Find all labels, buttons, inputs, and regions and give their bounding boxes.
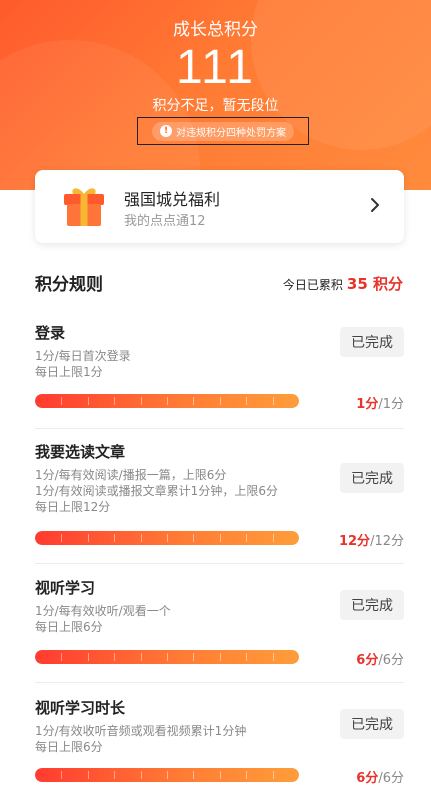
rule-name: 登录 xyxy=(35,324,66,342)
score-limit: /12分 xyxy=(370,534,404,549)
score-earned: 1分 xyxy=(356,397,379,412)
score-earned: 6分 xyxy=(356,653,379,668)
progress-segment xyxy=(272,397,274,405)
rule-desc-line: 1分/每日首次登录 xyxy=(35,349,131,363)
points-balance: 我的点点通12 xyxy=(124,214,206,229)
rule-item: 视听学习 1分/每有效收听/观看一个 每日上限6分 已完成 6分/6分 xyxy=(35,577,404,669)
today-points-value: 35 积分 xyxy=(346,275,403,293)
total-score-value: 111 xyxy=(176,41,255,94)
rule-score: 1分/1分 xyxy=(356,393,404,412)
progress-segment xyxy=(246,534,248,542)
violation-notice-pill[interactable]: ! 对违规积分四种处罚方案 xyxy=(152,121,294,141)
completed-button[interactable]: 已完成 xyxy=(340,709,404,739)
progress-segment xyxy=(114,534,116,542)
progress-segment xyxy=(246,771,248,779)
rule-desc-line: 每日上限12分 xyxy=(35,500,111,514)
progress-segment xyxy=(167,653,168,661)
progress-segment xyxy=(87,653,89,661)
progress-segment xyxy=(114,397,116,405)
today-points: 今日已累积 35 积分 xyxy=(283,273,403,294)
progress-segment xyxy=(193,771,195,779)
progress-segment xyxy=(219,653,221,661)
progress-segment xyxy=(87,534,89,542)
progress-bar xyxy=(35,394,299,408)
score-header: 成长总积分 111 积分不足，暂无段位 ! 对违规积分四种处罚方案 xyxy=(0,0,431,190)
score-limit: /1分 xyxy=(378,397,404,412)
chevron-right-icon xyxy=(371,198,379,212)
progress-segment xyxy=(193,534,195,542)
rule-desc-line: 1分/有效收听音频或观看视频累计1分钟 xyxy=(35,724,247,738)
progress-segment xyxy=(193,653,195,661)
progress-segment xyxy=(114,771,116,779)
rule-name: 视听学习时长 xyxy=(35,699,126,717)
progress-segment xyxy=(167,771,168,779)
rule-desc: 1分/每有效收听/观看一个 每日上限6分 xyxy=(35,603,171,635)
rule-item: 视听学习时长 1分/有效收听音频或观看视频累计1分钟 每日上限6分 已完成 6分… xyxy=(35,697,404,789)
rule-name: 我要选读文章 xyxy=(35,443,126,461)
rule-desc-line: 每日上限6分 xyxy=(35,740,103,754)
progress-segment xyxy=(193,397,195,405)
rule-score: 6分/6分 xyxy=(356,767,404,786)
today-points-label: 今日已累积 xyxy=(282,278,343,292)
rule-desc: 1分/每日首次登录 每日上限1分 xyxy=(35,348,131,380)
progress-segment xyxy=(272,653,274,661)
progress-segment xyxy=(61,534,63,542)
completed-button[interactable]: 已完成 xyxy=(340,327,404,357)
rule-name: 视听学习 xyxy=(35,579,96,597)
progress-segment xyxy=(61,771,63,779)
rule-desc: 1分/每有效阅读/播报一篇，上限6分 1分/有效阅读或播报文章累计1分钟，上限6… xyxy=(35,467,278,515)
rank-status: 积分不足，暂无段位 xyxy=(152,98,279,114)
rules-heading: 积分规则 xyxy=(35,275,103,295)
divider xyxy=(35,428,404,429)
progress-segment xyxy=(246,653,248,661)
progress-bar xyxy=(35,650,299,664)
progress-segment xyxy=(219,771,221,779)
progress-segment xyxy=(140,534,142,542)
progress-segment xyxy=(140,653,142,661)
progress-segment xyxy=(61,397,63,405)
rule-score: 6分/6分 xyxy=(356,649,404,668)
total-score-title: 成长总积分 xyxy=(173,20,258,40)
progress-segment xyxy=(219,534,221,542)
divider xyxy=(35,682,404,683)
progress-segment xyxy=(140,397,142,405)
completed-button[interactable]: 已完成 xyxy=(340,463,404,493)
progress-segment xyxy=(87,397,89,405)
welfare-card[interactable]: 强国城兑福利 我的点点通12 xyxy=(35,170,404,243)
rule-desc-line: 1分/每有效阅读/播报一篇，上限6分 xyxy=(35,468,227,482)
rule-item: 我要选读文章 1分/每有效阅读/播报一篇，上限6分 1分/有效阅读或播报文章累计… xyxy=(35,441,404,551)
rule-score: 12分/12分 xyxy=(339,530,404,549)
progress-segment xyxy=(114,653,116,661)
score-limit: /6分 xyxy=(378,653,404,668)
progress-bar xyxy=(35,531,299,545)
score-limit: /6分 xyxy=(378,771,404,786)
score-earned: 6分 xyxy=(356,771,379,786)
welfare-title: 强国城兑福利 xyxy=(124,190,221,209)
rule-desc-line: 每日上限6分 xyxy=(35,620,103,634)
progress-segment xyxy=(167,534,168,542)
divider xyxy=(35,563,404,564)
rule-desc-line: 1分/每有效收听/观看一个 xyxy=(35,604,171,618)
progress-segment xyxy=(246,397,248,405)
progress-segment xyxy=(140,771,142,779)
progress-segment xyxy=(61,653,63,661)
progress-segment xyxy=(87,771,89,779)
alert-icon: ! xyxy=(160,125,172,137)
rule-desc-line: 1分/有效阅读或播报文章累计1分钟，上限6分 xyxy=(35,484,278,498)
completed-button[interactable]: 已完成 xyxy=(340,590,404,620)
gift-icon xyxy=(64,188,104,226)
violation-notice-link[interactable]: ! 对违规积分四种处罚方案 xyxy=(137,117,309,145)
rule-desc-line: 每日上限1分 xyxy=(35,365,103,379)
progress-segment xyxy=(167,397,168,405)
rule-desc: 1分/有效收听音频或观看视频累计1分钟 每日上限6分 xyxy=(35,723,246,755)
progress-bar xyxy=(35,768,299,782)
score-earned: 12分 xyxy=(338,534,371,549)
progress-segment xyxy=(272,534,274,542)
progress-segment xyxy=(219,397,221,405)
violation-notice-text: 对违规积分四种处罚方案 xyxy=(176,127,286,139)
rule-item: 登录 1分/每日首次登录 每日上限1分 已完成 1分/1分 xyxy=(35,322,404,414)
progress-segment xyxy=(272,771,274,779)
